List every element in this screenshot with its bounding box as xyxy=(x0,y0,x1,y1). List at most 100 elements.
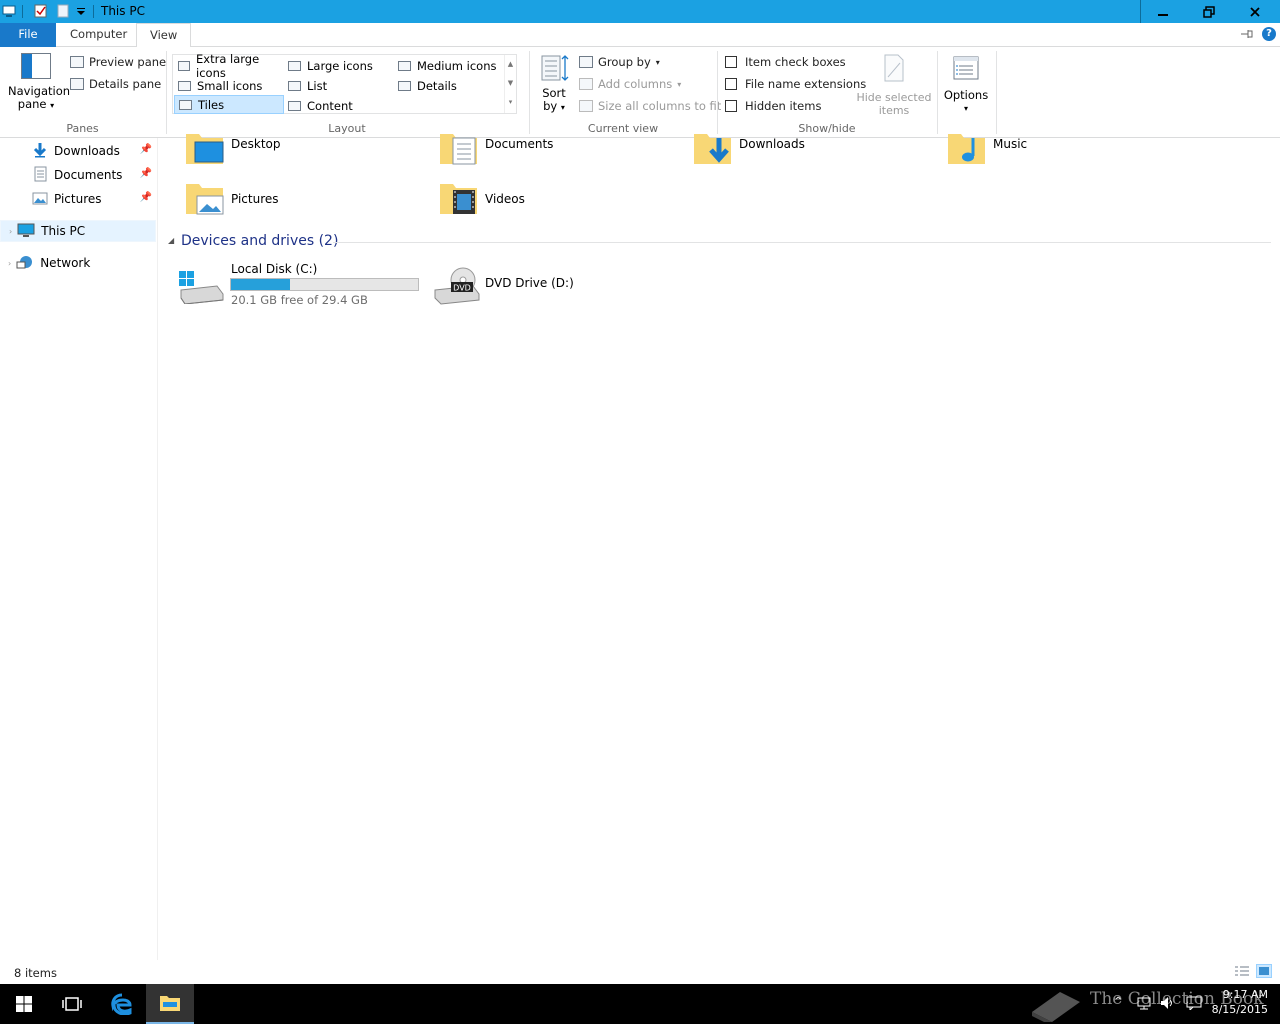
add-columns-icon xyxy=(579,78,593,90)
new-folder-icon[interactable] xyxy=(56,4,70,18)
group-divider xyxy=(937,51,938,134)
item-check-boxes-toggle[interactable]: Item check boxes xyxy=(725,55,846,69)
add-columns-button[interactable]: Add columns ▾ xyxy=(579,77,681,91)
layout-small-icons[interactable]: Small icons xyxy=(174,76,284,95)
large-icons-view-icon[interactable] xyxy=(1256,964,1272,978)
list-icon xyxy=(288,80,301,91)
drive-tile-c[interactable]: Local Disk (C:) 20.1 GB free of 29.4 GB xyxy=(177,262,427,308)
hidden-items-toggle[interactable]: Hidden items xyxy=(725,99,821,113)
layout-option-label: Large icons xyxy=(307,58,373,73)
gallery-scroller[interactable]: ▲ ▼ ▾ xyxy=(504,55,516,113)
tab-computer[interactable]: Computer xyxy=(57,23,140,47)
hide-selected-icon xyxy=(882,53,906,83)
volume-icon[interactable] xyxy=(1160,996,1176,1013)
task-view-button[interactable] xyxy=(48,984,96,1024)
size-columns-button[interactable]: Size all columns to fit xyxy=(579,99,721,113)
clock[interactable]: 9:17 AM 8/15/2015 xyxy=(1208,987,1268,1017)
nav-item-network[interactable]: › Network xyxy=(0,252,156,274)
preview-pane-icon xyxy=(70,56,84,68)
hide-selected-label: Hide selected xyxy=(856,91,932,104)
group-header-devices[interactable]: Devices and drives (2) xyxy=(181,233,338,249)
layout-extra-large-icons[interactable]: Extra large icons xyxy=(174,52,284,80)
tab-view[interactable]: View xyxy=(136,23,192,48)
group-by-icon xyxy=(579,56,593,68)
layout-gallery: Extra large icons Large icons Medium ico… xyxy=(172,52,517,115)
folder-label: Music xyxy=(993,137,1028,151)
group-by-button[interactable]: Group by ▾ xyxy=(579,55,660,69)
layout-option-label: Tiles xyxy=(198,97,225,112)
drive-usage-bar xyxy=(230,278,419,291)
folder-tile-pictures[interactable]: Pictures xyxy=(185,182,279,216)
minimize-button[interactable] xyxy=(1140,0,1186,23)
divider xyxy=(22,5,23,18)
collapse-group-icon[interactable]: ◢ xyxy=(168,236,174,245)
content-area: Desktop Documents Downloads Music Pictur… xyxy=(159,134,1280,960)
close-button[interactable] xyxy=(1232,0,1278,23)
file-name-extensions-toggle[interactable]: File name extensions xyxy=(725,77,866,91)
chevron-right-icon[interactable]: › xyxy=(8,259,11,268)
small-icons-icon xyxy=(178,80,191,91)
properties-icon[interactable] xyxy=(34,4,48,18)
nav-item-pictures[interactable]: Pictures 📌 xyxy=(0,188,156,210)
notifications-icon[interactable] xyxy=(1186,996,1202,1013)
layout-tiles[interactable]: Tiles xyxy=(174,95,284,114)
drive-tile-d[interactable]: DVD DVD Drive (D:) xyxy=(433,262,683,308)
layout-option-label: Small icons xyxy=(197,78,263,93)
tab-file[interactable]: File xyxy=(0,23,56,47)
sort-by-button[interactable]: Sort by ▾ xyxy=(536,53,572,114)
pin-icon[interactable]: 📌 xyxy=(140,168,152,179)
desktop-folder-icon xyxy=(185,132,225,166)
navigation-pane-button[interactable]: Navigation pane ▾ xyxy=(8,53,70,112)
ribbon-tabs: File Computer View ? xyxy=(0,23,1280,48)
sort-by-label-2: by xyxy=(543,99,558,113)
title-bar: This PC xyxy=(0,0,1280,23)
content-icon xyxy=(288,100,301,111)
network-tray-icon[interactable] xyxy=(1136,996,1152,1013)
folder-tile-documents[interactable]: Documents xyxy=(439,132,553,166)
pin-ribbon-icon[interactable] xyxy=(1240,28,1254,43)
local-disk-icon xyxy=(177,270,225,307)
computer-icon[interactable] xyxy=(2,4,16,18)
documents-folder-icon xyxy=(439,132,479,166)
layout-medium-icons[interactable]: Medium icons xyxy=(394,56,504,75)
layout-content[interactable]: Content xyxy=(284,96,394,115)
folder-tile-downloads[interactable]: Downloads xyxy=(693,132,805,166)
documents-icon xyxy=(32,166,48,185)
chevron-down-icon: ▾ xyxy=(50,101,55,110)
help-icon[interactable]: ? xyxy=(1262,27,1276,41)
folder-tile-videos[interactable]: Videos xyxy=(439,182,525,216)
folder-tile-desktop[interactable]: Desktop xyxy=(185,132,281,166)
layout-large-icons[interactable]: Large icons xyxy=(284,56,394,75)
folder-label: Pictures xyxy=(231,192,279,206)
hide-selected-items-button[interactable]: Hide selected items xyxy=(856,53,932,117)
details-pane-icon xyxy=(70,78,84,90)
tiles-icon xyxy=(179,99,192,110)
group-header-line xyxy=(333,242,1271,243)
file-explorer-taskbar-icon[interactable] xyxy=(146,984,194,1024)
nav-item-documents[interactable]: Documents 📌 xyxy=(0,164,156,186)
drive-free-space: 20.1 GB free of 29.4 GB xyxy=(231,293,368,307)
pin-icon[interactable]: 📌 xyxy=(140,144,152,155)
hide-selected-label-2: items xyxy=(878,104,910,117)
layout-details[interactable]: Details xyxy=(394,76,504,95)
pin-icon[interactable]: 📌 xyxy=(140,192,152,203)
edge-browser-icon[interactable] xyxy=(98,984,146,1024)
options-button[interactable]: Options ▾ xyxy=(942,53,990,115)
chevron-right-icon[interactable]: › xyxy=(9,227,12,236)
details-pane-button[interactable]: Details pane xyxy=(70,77,161,91)
layout-list[interactable]: List xyxy=(284,76,394,95)
start-button[interactable] xyxy=(0,984,48,1024)
divider xyxy=(93,5,94,18)
chevron-up-icon[interactable]: ^ xyxy=(1114,996,1122,1007)
ribbon: Navigation pane ▾ Preview pane Details p… xyxy=(0,47,1280,138)
checkbox-icon xyxy=(725,78,737,90)
nav-item-label: Downloads xyxy=(54,144,120,158)
nav-item-downloads[interactable]: Downloads 📌 xyxy=(0,140,156,162)
preview-pane-button[interactable]: Preview pane xyxy=(70,55,166,69)
customize-toolbar-icon[interactable] xyxy=(76,6,90,20)
details-view-icon[interactable] xyxy=(1234,965,1250,980)
folder-tile-music[interactable]: Music xyxy=(947,132,1027,166)
nav-item-this-pc[interactable]: › This PC xyxy=(0,220,156,242)
network-icon xyxy=(16,254,34,273)
restore-button[interactable] xyxy=(1186,0,1232,23)
